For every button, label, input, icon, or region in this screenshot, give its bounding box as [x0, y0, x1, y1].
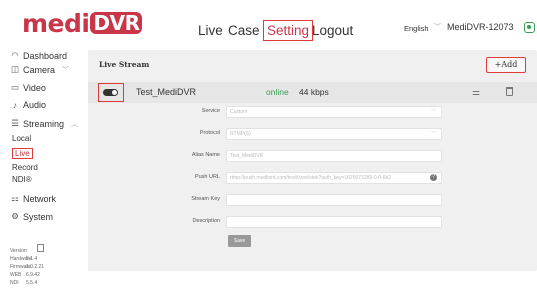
version-row: WEB 6.9.42	[10, 271, 44, 279]
trash-icon[interactable]	[506, 87, 513, 96]
sidebar-sub-local[interactable]: Local	[12, 134, 31, 143]
version-value: 1.0.2.21	[26, 264, 45, 270]
description-label: Description	[192, 218, 220, 224]
stream-key-input[interactable]	[226, 194, 442, 206]
chevron-down-icon[interactable]: ﹀	[434, 22, 441, 32]
stream-bitrate: 44 kbps	[299, 87, 329, 97]
sidebar-item-label: Dashboard	[23, 50, 68, 61]
version-key: WEB	[10, 272, 22, 278]
push-url-input[interactable]: rtmp://push.medibird.com/test/t/zoelstek…	[226, 172, 442, 184]
stream-toggle[interactable]	[103, 89, 118, 96]
version-label: Version	[10, 248, 27, 254]
alias-input[interactable]: Test_MediDVR	[226, 150, 442, 162]
video-icon: ▭	[10, 82, 20, 92]
chevron-down-icon: ﹀	[430, 109, 436, 115]
sidebar-item-dashboard[interactable]: ◠ Dashboard	[10, 50, 67, 61]
sidebar-item-label: Streaming	[23, 118, 65, 129]
sidebar: ◠ Dashboard ◫ Camera ﹀ ▭ Video ♪ Audio ☰…	[0, 50, 88, 300]
stream-key-label: Stream Key	[191, 196, 220, 202]
version-value: 6.9.42	[26, 272, 40, 278]
protocol-select[interactable]: RTMP(S) ﹀	[226, 128, 442, 140]
version-row: NDI 5.5.4	[10, 279, 44, 287]
sidebar-sub-ndi[interactable]: NDI®	[12, 175, 32, 184]
streaming-icon: ☰	[11, 118, 19, 128]
nav-logout[interactable]: Logout	[312, 20, 353, 42]
sidebar-sub-live[interactable]: Live	[12, 148, 33, 159]
sidebar-item-system[interactable]: ⚙ System	[10, 211, 53, 222]
chevron-down-icon: ﹀	[430, 131, 436, 137]
save-button[interactable]: Save	[228, 235, 251, 247]
description-input[interactable]	[226, 216, 442, 228]
sidebar-item-label: Camera	[23, 64, 56, 75]
device-name: MediDVR-12073	[447, 22, 514, 32]
version-header: Version	[10, 244, 44, 255]
sidebar-item-label: Network	[23, 193, 57, 204]
push-url-label: Push URL	[194, 174, 220, 180]
alias-label: Alias Name	[191, 152, 220, 158]
page-title: Live Stream	[99, 60, 150, 69]
sidebar-item-network[interactable]: ⚏ Network	[10, 193, 56, 204]
service-label: Service	[201, 108, 220, 114]
stream-toggle-highlight	[98, 83, 124, 102]
chevron-up-icon: ︿	[71, 120, 79, 128]
sidebar-item-label: System	[23, 211, 54, 222]
sidebar-item-audio[interactable]: ♪ Audio	[10, 100, 46, 110]
version-key: Firmware	[10, 264, 31, 270]
version-value: 5.5.4	[26, 280, 38, 286]
sidebar-item-label: Audio	[23, 100, 47, 110]
camera-icon: ◫	[10, 64, 20, 74]
stream-row: Test_MediDVR online 44 kbps ⚌	[88, 82, 537, 103]
version-row: Hardware 5.1.4	[10, 255, 44, 263]
language-selector[interactable]: English	[404, 24, 429, 33]
stream-name: Test_MediDVR	[136, 87, 197, 97]
version-key: NDI	[10, 280, 19, 286]
audio-icon: ♪	[12, 100, 18, 110]
nav-live[interactable]: Live	[198, 20, 223, 42]
sidebar-item-streaming[interactable]: ☰ Streaming ︿	[10, 118, 78, 129]
version-value: 5.1.4	[26, 256, 38, 262]
version-info: Version Hardware 5.1.4 Firmware 1.0.2.21…	[10, 244, 44, 287]
live-stream-panel: Live Stream +Add Test_MediDVR online 44 …	[88, 50, 537, 271]
nav-case[interactable]: Case	[228, 20, 260, 42]
protocol-label: Protocol	[199, 130, 220, 136]
device-status-icon[interactable]	[524, 22, 535, 33]
protocol-value: RTMP(S)	[230, 131, 251, 137]
version-key: Hardware	[10, 256, 32, 262]
settings-icon[interactable]: ⚌	[472, 87, 480, 98]
sidebar-item-video[interactable]: ▭ Video	[10, 82, 46, 93]
dashboard-icon: ◠	[11, 50, 19, 60]
app-header: medi DVR Live Case Setting Logout Englis…	[0, 0, 537, 42]
version-row: Firmware 1.0.2.21	[10, 263, 44, 271]
chevron-down-icon: ﹀	[62, 66, 70, 74]
system-icon: ⚙	[11, 211, 19, 221]
sidebar-item-label: Video	[23, 82, 46, 93]
stream-status: online	[266, 87, 289, 97]
network-icon: ⚏	[11, 193, 19, 203]
service-value: Custom	[230, 109, 248, 115]
sidebar-item-camera[interactable]: ◫ Camera ﹀	[10, 64, 69, 75]
sidebar-sub-record[interactable]: Record	[12, 163, 38, 172]
copy-icon[interactable]	[37, 244, 44, 252]
service-select[interactable]: Custom ﹀	[226, 106, 442, 118]
add-stream-button[interactable]: +Add	[486, 57, 526, 73]
help-icon[interactable]: ?	[430, 174, 437, 181]
push-url-value: rtmp://push.medibird.com/test/t/zoelstek…	[230, 175, 392, 181]
nav-setting[interactable]: Setting	[263, 20, 314, 41]
alias-value: Test_MediDVR	[230, 153, 264, 159]
